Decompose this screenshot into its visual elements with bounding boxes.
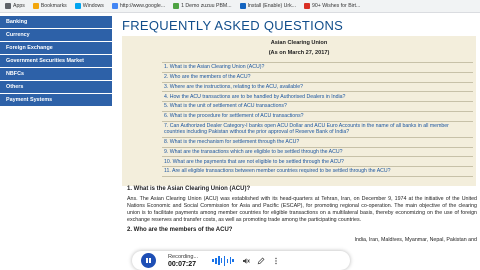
question-link[interactable]: 9. What are the transactions which are e…	[162, 148, 473, 158]
sidebar-item-foreign-exchange[interactable]: Foreign Exchange	[0, 42, 112, 55]
question-link[interactable]: 2. Who are the members of the ACU?	[162, 73, 473, 83]
sidebar-item-payment-systems[interactable]: Payment Systems	[0, 94, 112, 107]
bookmark-windows[interactable]: Windows	[74, 3, 104, 9]
windows-logo-icon	[74, 3, 81, 9]
recording-timer: 00:07:27	[168, 260, 197, 268]
sidebar-item-currency[interactable]: Currency	[0, 29, 112, 42]
sidebar-nav: Banking Currency Foreign Exchange Govern…	[0, 16, 112, 107]
answer-text: Ans. The Asian Clearing Union (ACU) was …	[127, 196, 477, 223]
bookmark-google[interactable]: http://www.google...	[111, 3, 165, 9]
answer-heading: 2. Who are the members of the ACU?	[127, 227, 233, 233]
question-link[interactable]: 11. Are all eligible transactions betwee…	[162, 167, 473, 177]
answer-heading: 1. What is the Asian Clearing Union (ACU…	[127, 186, 251, 192]
bookmark-wishes[interactable]: 90+ Wishes for Birt...	[304, 3, 360, 9]
bookmarks-bar: Apps Bookmarks Windows http://www.google…	[0, 0, 480, 13]
sidebar-item-nbfcs[interactable]: NBFCs	[0, 68, 112, 81]
question-link[interactable]: 5. What is the unit of settlement of ACU…	[162, 102, 473, 112]
page-icon	[304, 3, 311, 9]
sidebar-item-government-securities[interactable]: Government Securities Market	[0, 55, 112, 68]
bookmark-apps[interactable]: Apps	[5, 3, 25, 9]
question-link[interactable]: 1. What is the Asian Clearing Union (ACU…	[162, 63, 473, 73]
recording-status: Recording...	[168, 253, 199, 260]
audio-level-icon	[212, 255, 235, 267]
question-link[interactable]: 6. What is the procedure for settlement …	[162, 112, 473, 122]
question-link[interactable]: 10. What are the payments that are not e…	[162, 157, 473, 168]
screen-recorder-bar: Recording... 00:07:27	[132, 251, 350, 270]
panel-title: Asian Clearing Union	[270, 40, 328, 46]
answer-text-fragment: India, Iran, Maldives, Myanmar, Nepal, P…	[354, 237, 477, 243]
answers-section: 1. What is the Asian Clearing Union (ACU…	[127, 184, 477, 244]
pause-button[interactable]	[141, 253, 156, 268]
page-title: FREQUENTLY ASKED QUESTIONS	[122, 18, 344, 33]
sidebar-item-banking[interactable]: Banking	[0, 16, 112, 29]
bookmark-install[interactable]: Install (Enable) Urk...	[239, 3, 296, 9]
question-link[interactable]: 3. Where are the instructions, relating …	[162, 83, 473, 93]
question-link[interactable]: 8. What is the mechanism for settlement …	[162, 138, 473, 148]
apps-grid-icon	[5, 3, 11, 9]
pen-icon[interactable]	[257, 257, 265, 265]
page-icon	[239, 3, 246, 9]
question-list: 1. What is the Asian Clearing Union (ACU…	[162, 62, 473, 177]
main-content: FREQUENTLY ASKED QUESTIONS	[120, 14, 480, 33]
more-options-icon[interactable]	[272, 257, 280, 265]
pause-icon	[146, 257, 148, 264]
sidebar-item-others[interactable]: Others	[0, 81, 112, 94]
question-link[interactable]: 7. Can Authorized Dealer Category-I bank…	[162, 122, 473, 138]
star-icon	[32, 3, 39, 9]
bookmark-demo[interactable]: 1 Demo zuzuu PBM...	[173, 3, 232, 9]
page-icon	[173, 3, 180, 9]
faq-panel: Asian Clearing Union (As on March 27, 20…	[122, 36, 476, 186]
panel-date: (As on March 27, 2017)	[268, 50, 330, 56]
bookmark-bookmarks[interactable]: Bookmarks	[32, 3, 67, 9]
question-link[interactable]: 4. How the ACU transactions are to be ha…	[162, 92, 473, 103]
google-icon	[111, 3, 118, 9]
mute-icon[interactable]	[242, 257, 251, 265]
